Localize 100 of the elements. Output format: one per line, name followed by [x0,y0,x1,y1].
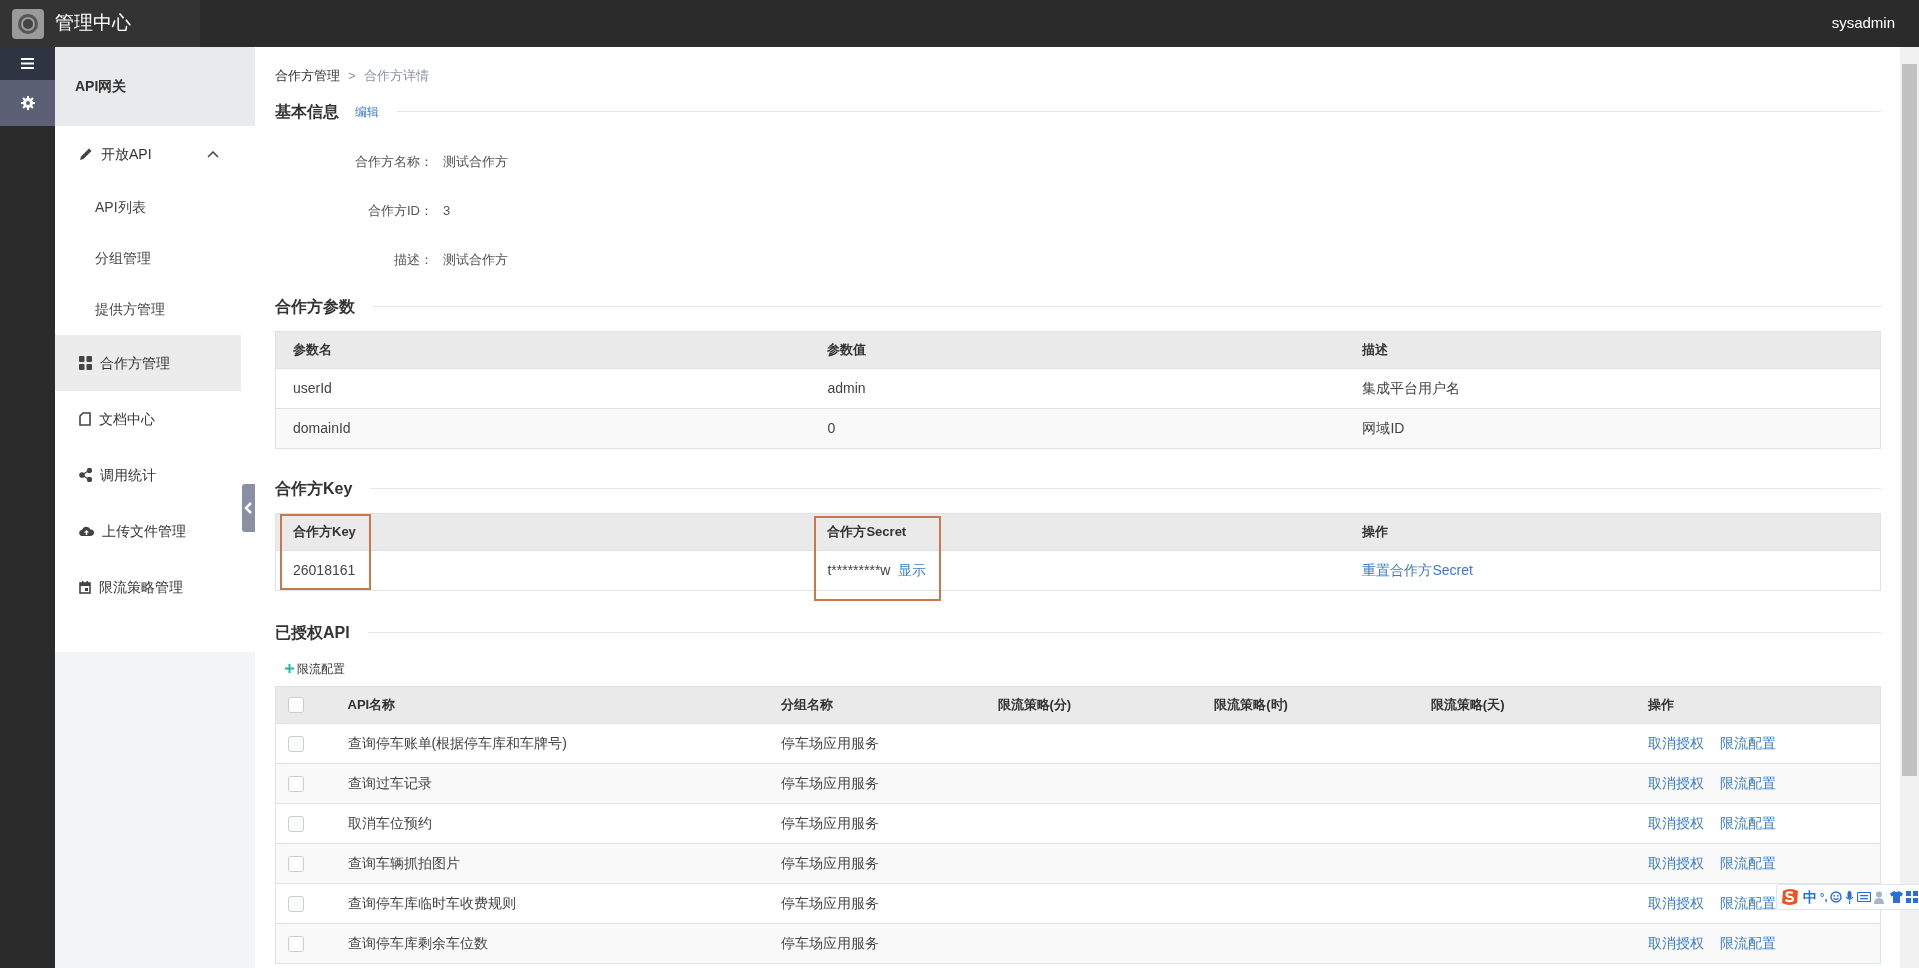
column-header: API名称 [347,696,396,712]
settings-button[interactable] [0,80,55,126]
collapse-handle[interactable] [242,484,255,532]
column-header: 操作 [1362,523,1389,539]
table-cell: 26018161 [293,561,356,578]
table-cell: 网域ID [1362,419,1405,436]
select-all-checkbox[interactable] [288,697,304,714]
cloud-upload-icon [79,525,94,537]
action-link[interactable]: 限流配置 [1719,774,1776,791]
action-link[interactable]: 取消授权 [1647,814,1704,831]
row-checkbox[interactable] [288,895,304,912]
app-title: 管理中心 [55,11,131,36]
microphone-icon[interactable] [1845,890,1855,904]
column-header: 参数名 [293,341,332,357]
field-value: 测试合作方 [442,251,508,270]
sidebar-item[interactable]: 文档中心 [55,391,241,447]
column-header: 限流策略(分) [997,696,1072,712]
table-cell: 查询车辆抓拍图片 [347,854,460,871]
input-mode[interactable]: 中 [1803,886,1817,908]
column-header: 限流策略(天) [1430,696,1505,712]
row-checkbox[interactable] [288,855,304,872]
menu-icon [21,58,34,69]
logo-icon [10,7,45,40]
table-cell: 查询停车库剩余车位数 [347,934,488,951]
field-value: 测试合作方 [442,153,508,172]
shirt-icon[interactable] [1890,891,1904,903]
show-link[interactable]: 显示 [898,561,927,578]
action-link[interactable]: 限流配置 [1719,814,1776,831]
action-link[interactable]: 限流配置 [1719,854,1776,871]
user-name[interactable]: sysadmin [1831,12,1895,35]
reset-secret-link[interactable]: 重置合作方Secret [1362,561,1473,578]
table-cell: 停车场应用服务 [780,894,879,911]
table-cell: 取消车位预约 [347,814,432,831]
column-header: 分组名称 [780,696,833,712]
field-label: 合作方名称： [354,153,433,172]
breadcrumb-item: 合作方详情 [363,67,429,85]
sidebar-subitem[interactable]: 提供方管理 [55,284,255,335]
grid-icon[interactable] [1906,891,1919,903]
breadcrumb-separator: > [348,67,356,85]
action-link[interactable]: 取消授权 [1647,774,1704,791]
table-cell: admin [827,379,866,396]
action-link[interactable]: 限流配置 [1719,734,1776,751]
column-header: 描述 [1362,341,1389,357]
table-cell: 停车场应用服务 [780,934,879,951]
document-icon [79,412,91,426]
row-checkbox[interactable] [288,775,304,792]
action-link[interactable]: 取消授权 [1647,934,1704,951]
table-cell: 查询停车库临时车收费规则 [347,894,516,911]
section-title: 已授权API [275,622,350,643]
menu-button[interactable] [0,47,55,80]
table-cell: 集成平台用户名 [1362,379,1461,396]
section-title: 合作方参数 [275,296,355,317]
sidebar-item[interactable]: 合作方管理 [55,335,241,391]
row-checkbox[interactable] [288,935,304,952]
calendar-icon [79,580,91,594]
column-header: 合作方Secret [827,523,907,539]
row-checkbox[interactable] [288,735,304,752]
scrollbar[interactable] [1900,47,1919,968]
action-link[interactable]: 限流配置 [1719,894,1776,911]
pencil-icon [79,147,93,161]
sidebar-item[interactable]: 开放API [55,126,241,182]
action-link[interactable]: 取消授权 [1647,894,1704,911]
sidebar-title: API网关 [75,77,127,96]
field-value: 3 [442,202,451,221]
table-cell: 查询停车账单(根据停车库和车牌号) [347,734,567,751]
column-header: 限流策略(时) [1214,696,1288,712]
table-cell: 停车场应用服务 [780,774,879,791]
table-cell: 0 [827,419,836,436]
table-cell: userId [293,379,332,396]
column-header: 操作 [1647,696,1674,712]
sidebar-item[interactable]: 调用统计 [55,447,241,503]
sidebar-subitem[interactable]: API列表 [55,182,255,233]
sidebar-item[interactable]: 上传文件管理 [55,503,241,559]
column-header: 合作方Key [293,523,356,539]
keyboard-icon[interactable] [1857,892,1872,902]
edit-link[interactable]: 编辑 [355,102,379,121]
share-icon [79,468,92,482]
section-title: 基本信息 [275,101,339,122]
chevron-up-icon [207,150,219,158]
action-link[interactable]: 取消授权 [1647,854,1704,871]
table-cell: 查询过车记录 [347,774,432,791]
punctuation-toggle[interactable]: °, [1820,888,1828,906]
settings-icon [20,96,35,110]
sidebar-item[interactable]: 限流策略管理 [55,559,241,615]
column-header: 参数值 [827,341,867,357]
plus-icon [285,664,294,673]
table-cell: t*********w [827,561,891,578]
row-checkbox[interactable] [288,815,304,832]
sidebar-subitem[interactable]: 分组管理 [55,233,255,284]
action-link[interactable]: 取消授权 [1647,734,1704,751]
table-cell: 停车场应用服务 [780,854,879,871]
table-cell: 停车场应用服务 [780,734,879,751]
breadcrumb-item[interactable]: 合作方管理 [275,66,340,86]
table-cell: 停车场应用服务 [780,814,879,831]
ime-logo-icon [1780,888,1800,906]
action-link[interactable]: 限流配置 [1719,934,1776,951]
smiley-icon[interactable] [1830,891,1843,903]
add-rate-limit-button[interactable]: 限流配置 [285,659,345,678]
table-cell: domainId [293,419,351,436]
section-title: 合作方Key [275,478,353,499]
